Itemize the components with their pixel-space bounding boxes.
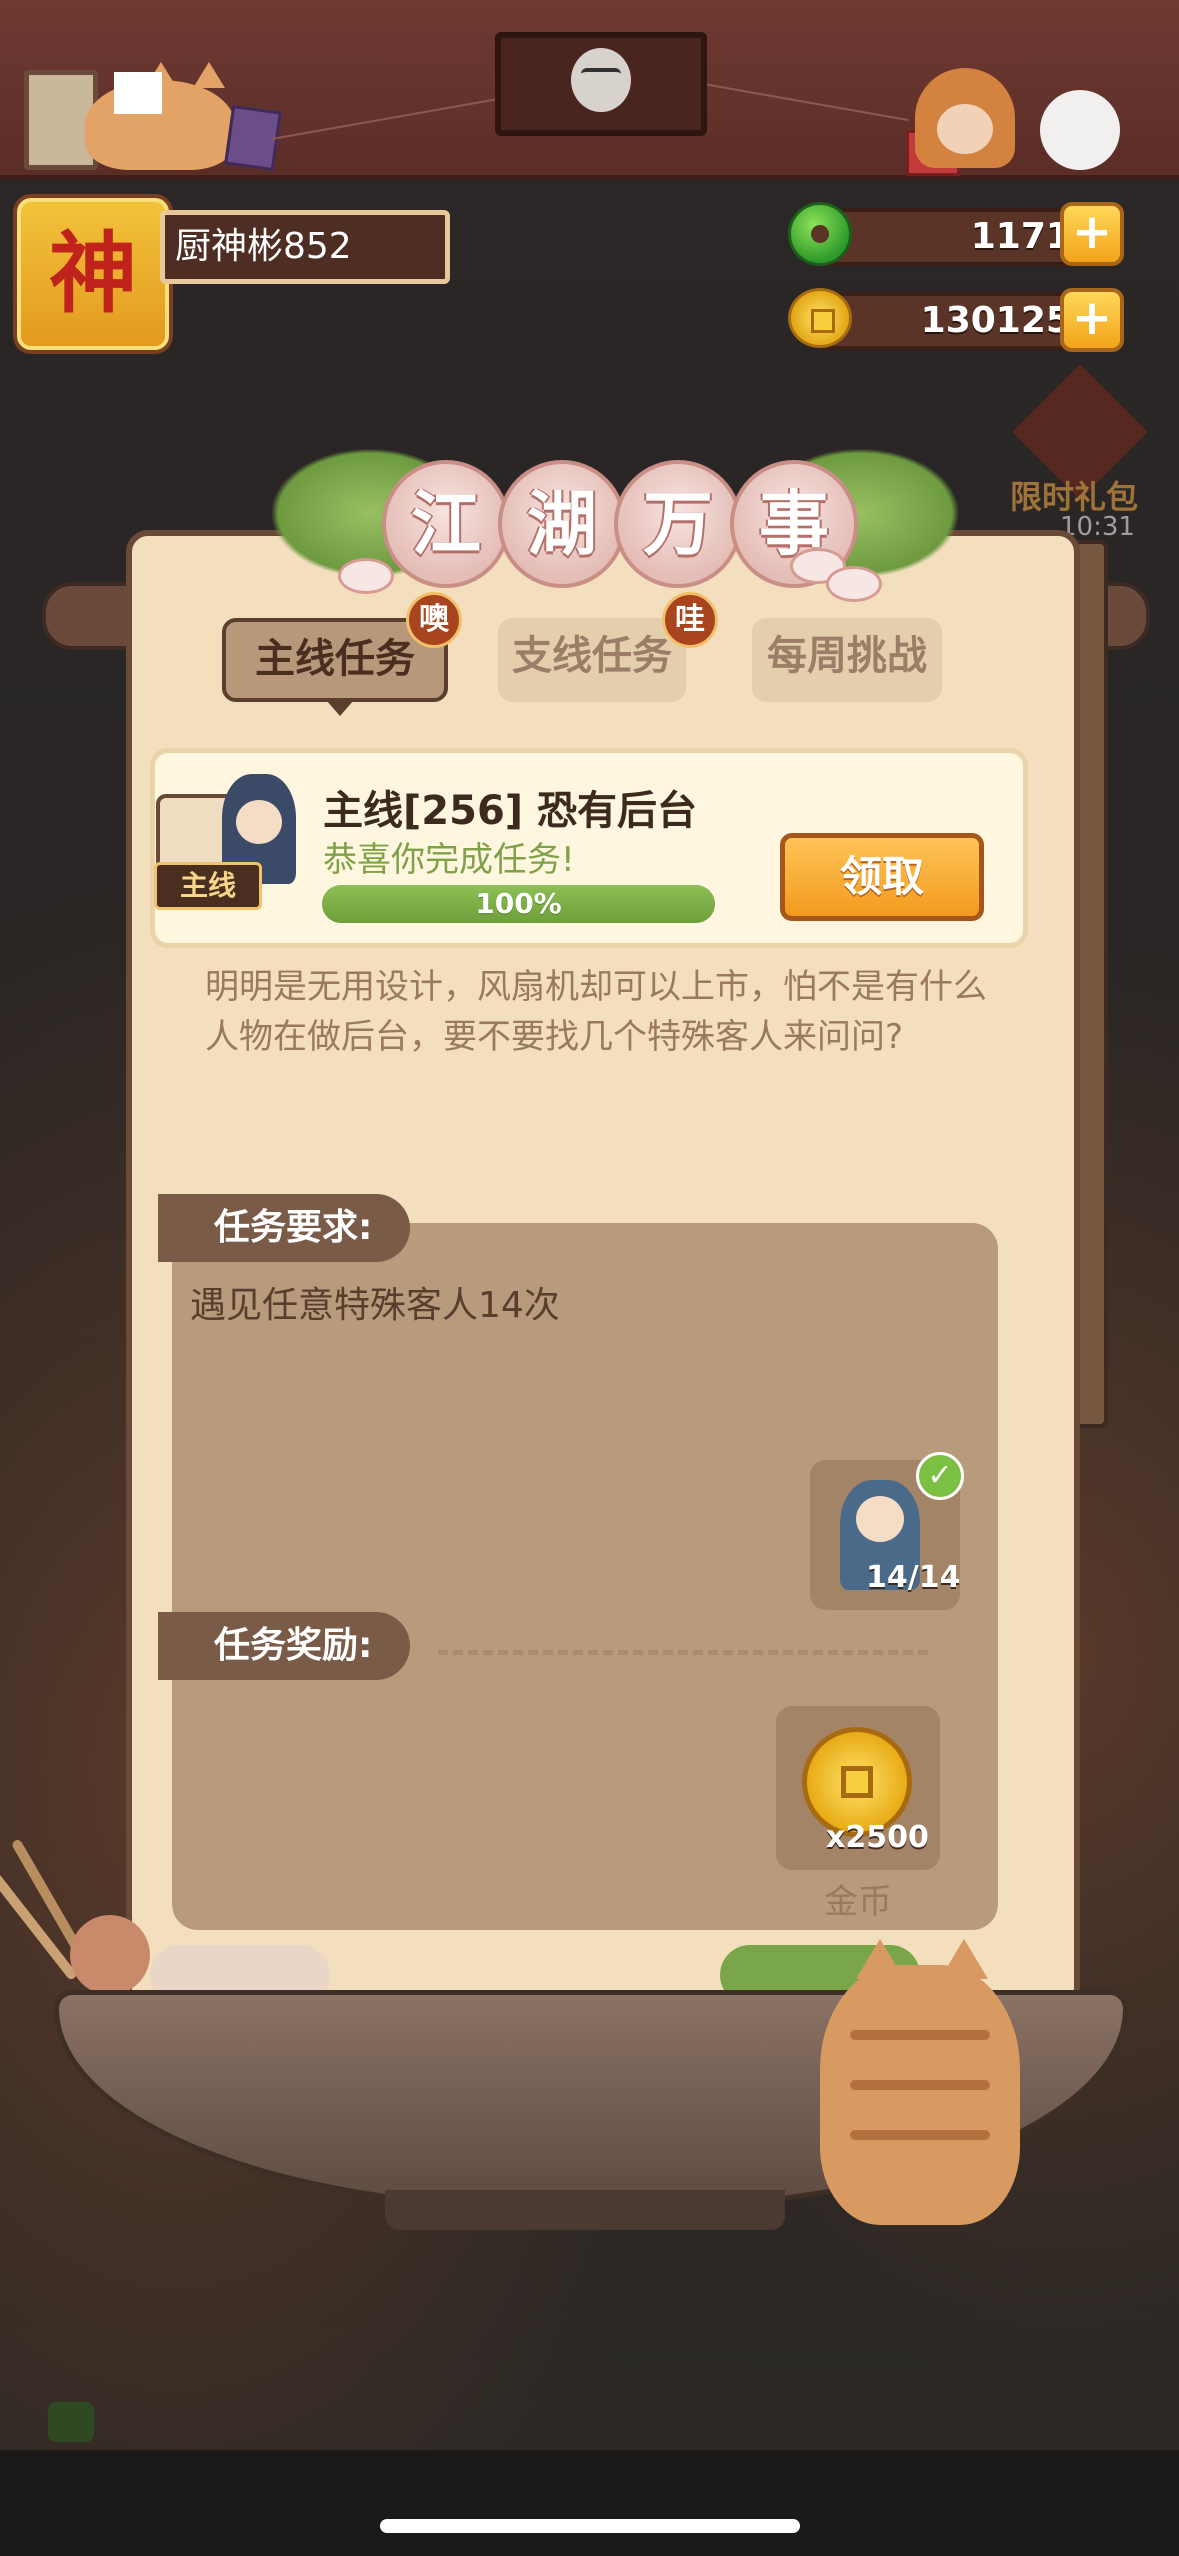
reward-quantity: x2500 xyxy=(826,1820,929,1855)
title-char-3: 万 xyxy=(614,460,742,588)
tab-side-label: 支线任务 xyxy=(512,633,672,679)
check-icon: ✓ xyxy=(916,1452,964,1500)
corner-indicator xyxy=(48,2402,94,2442)
jade-icon xyxy=(788,202,852,266)
fishcake-decoration xyxy=(338,558,394,594)
character-decoration xyxy=(915,68,1015,168)
tab-main-badge: 噢 xyxy=(406,592,462,648)
player-avatar[interactable]: 神 xyxy=(17,198,169,350)
pet-decoration xyxy=(1040,90,1120,170)
title-char-1: 江 xyxy=(382,460,510,588)
tab-side-quests[interactable]: 支线任务 xyxy=(498,618,686,702)
requirements-header: 任务要求: xyxy=(158,1194,410,1262)
player-name-plate: 厨神彬852 xyxy=(160,210,450,284)
requirement-count: 14/14 xyxy=(866,1560,961,1595)
add-gold-button[interactable]: + xyxy=(1060,288,1124,352)
cat-stripe xyxy=(850,2080,990,2090)
divider xyxy=(438,1650,928,1655)
add-jade-button[interactable]: + xyxy=(1060,202,1124,266)
quest-title: 主线[256] 恐有后台 xyxy=(323,788,697,834)
limited-gift-promo[interactable]: 限时礼包 10:31 xyxy=(1000,364,1170,542)
coin-icon xyxy=(788,288,852,348)
hanging-portrait-sign xyxy=(495,32,707,136)
requirement-text: 遇见任意特殊客人14次 xyxy=(190,1285,560,1326)
avatar-glyph: 神 xyxy=(48,222,137,325)
fishcake-decoration xyxy=(826,566,882,602)
player-name: 厨神彬852 xyxy=(175,226,352,267)
speech-bubble-decoration xyxy=(114,72,162,114)
main-quest-tag: 主线 xyxy=(154,862,262,910)
cat-stripe xyxy=(850,2130,990,2140)
rewards-header: 任务奖励: xyxy=(158,1612,410,1680)
quest-progress-bar: 100% xyxy=(322,885,715,923)
tab-side-badge: 哇 xyxy=(662,592,718,648)
quest-description: 明明是无用设计，风扇机却可以上市，怕不是有什么人物在做后台，要不要找几个特殊客人… xyxy=(205,967,987,1057)
reward-name: 金币 xyxy=(824,1882,892,1922)
quest-status: 恭喜你完成任务! xyxy=(323,840,575,880)
meatball-decoration xyxy=(70,1915,150,1995)
cat-decoration xyxy=(820,1939,1020,2225)
tab-weekly-label: 每周挑战 xyxy=(767,633,927,679)
bowl-base-decoration xyxy=(385,2190,785,2230)
tab-main-label: 主线任务 xyxy=(255,636,415,682)
tab-weekly-challenge[interactable]: 每周挑战 xyxy=(752,618,942,702)
cat-stripe xyxy=(850,2030,990,2040)
title-char-2: 湖 xyxy=(498,460,626,588)
home-indicator[interactable] xyxy=(380,2519,800,2533)
claim-button[interactable]: 领取 xyxy=(780,833,984,921)
progress-text: 100% xyxy=(475,887,562,920)
bottom-bar xyxy=(0,2450,1179,2556)
